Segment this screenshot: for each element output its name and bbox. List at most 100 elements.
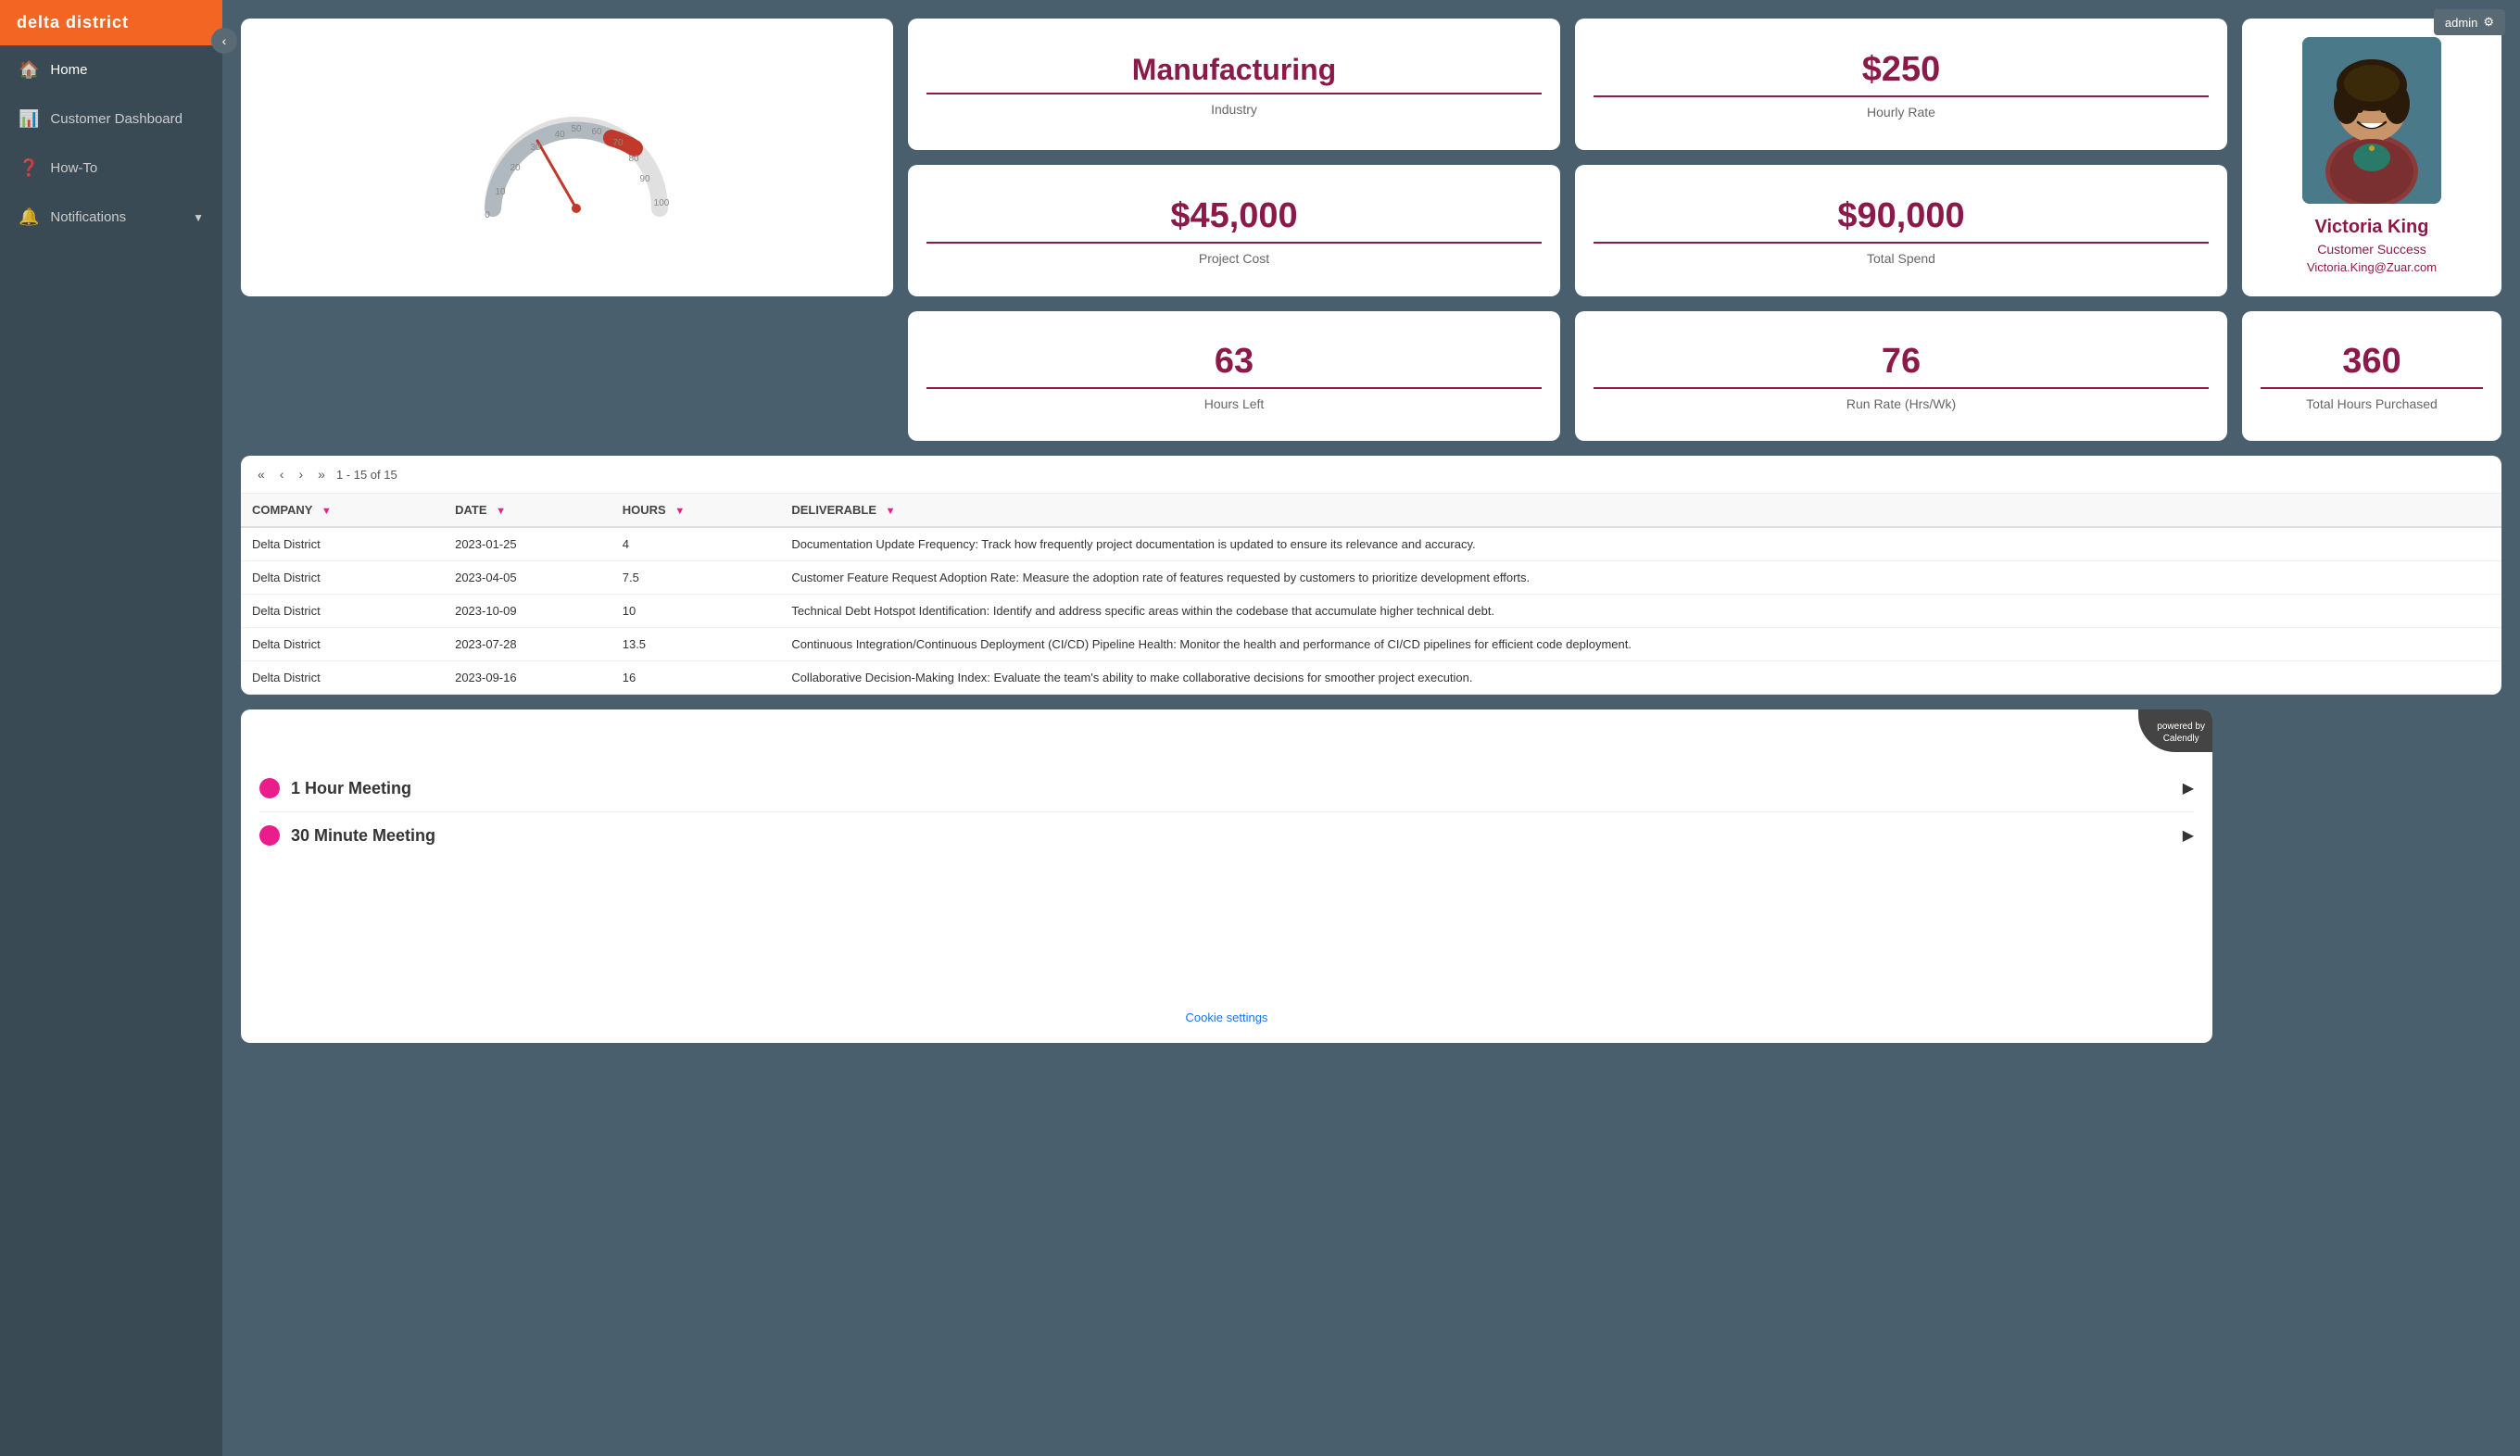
cell-date: 2023-01-25 [444, 527, 611, 561]
meeting-dot-1 [259, 778, 280, 798]
company-filter-icon[interactable]: ▼ [321, 506, 332, 517]
hourly-rate-card: $250 Hourly Rate [1575, 19, 2227, 150]
meeting-item-1hour[interactable]: 1 Hour Meeting ▶ [259, 765, 2194, 811]
meeting-1hour-label: 1 Hour Meeting [291, 779, 2172, 798]
table-pagination: « ‹ › » 1 - 15 of 15 [241, 456, 2501, 494]
meeting-1hour-arrow: ▶ [2183, 779, 2194, 797]
svg-text:60: 60 [591, 127, 602, 137]
date-filter-icon[interactable]: ▼ [496, 506, 506, 517]
prev-page-button[interactable]: ‹ [276, 465, 288, 483]
run-rate-label: Run Rate (Hrs/Wk) [1846, 396, 1956, 411]
gauge-chart: 0 10 20 30 40 50 60 70 80 90 100 [474, 102, 660, 213]
column-deliverable: DELIVERABLE ▼ [780, 494, 2501, 527]
column-company: COMPANY ▼ [241, 494, 444, 527]
collapse-sidebar-button[interactable]: ‹ [211, 28, 237, 54]
hourly-rate-label: Hourly Rate [1867, 105, 1935, 119]
cell-date: 2023-10-09 [444, 595, 611, 628]
hours-left-value: 63 [926, 342, 1542, 389]
home-icon: 🏠 [19, 60, 39, 80]
help-icon: ❓ [19, 158, 39, 178]
hours-filter-icon[interactable]: ▼ [674, 506, 685, 517]
cards-grid: 0 10 20 30 40 50 60 70 80 90 100 Manufac… [241, 19, 2501, 441]
sidebar-home-label: Home [50, 62, 204, 78]
sidebar-dashboard-label: Customer Dashboard [50, 111, 204, 127]
cell-deliverable: Customer Feature Request Adoption Rate: … [780, 561, 2501, 595]
run-rate-card: 76 Run Rate (Hrs/Wk) [1575, 311, 2227, 441]
svg-text:100: 100 [654, 198, 670, 208]
meeting-item-30min[interactable]: 30 Minute Meeting ▶ [259, 812, 2194, 859]
svg-text:30: 30 [530, 143, 541, 153]
profile-email: Victoria.King@Zuar.com [2307, 260, 2437, 274]
total-hours-card: 360 Total Hours Purchased [2242, 311, 2501, 441]
calendly-banner: powered by Calendly [2138, 709, 2212, 752]
run-rate-value: 76 [1594, 342, 2209, 389]
profile-role: Customer Success [2317, 242, 2426, 257]
cell-hours: 4 [611, 527, 781, 561]
admin-label: admin [2445, 16, 2477, 30]
hours-left-card: 63 Hours Left [908, 311, 1560, 441]
next-page-button[interactable]: › [295, 465, 307, 483]
sidebar-item-home[interactable]: 🏠 Home [0, 45, 222, 94]
cell-company: Delta District [241, 595, 444, 628]
table-body: Delta District 2023-01-25 4 Documentatio… [241, 527, 2501, 695]
pagination-info: 1 - 15 of 15 [336, 468, 397, 482]
chart-icon: 📊 [19, 109, 39, 129]
sidebar-item-notifications[interactable]: 🔔 Notifications ▼ [0, 193, 222, 242]
gauge-card: 0 10 20 30 40 50 60 70 80 90 100 [241, 19, 893, 296]
hours-left-label: Hours Left [1204, 396, 1265, 411]
cell-deliverable: Continuous Integration/Continuous Deploy… [780, 628, 2501, 661]
hourly-rate-value: $250 [1594, 50, 2209, 97]
profile-photo [2302, 37, 2441, 204]
total-hours-value: 360 [2261, 342, 2483, 389]
calendly-banner-line2: Calendly [2157, 733, 2205, 745]
gear-icon: ⚙ [2483, 15, 2494, 30]
svg-text:40: 40 [554, 130, 565, 140]
profile-name: Victoria King [2315, 217, 2429, 238]
last-page-button[interactable]: » [314, 465, 329, 483]
sidebar-item-how-to[interactable]: ❓ How-To [0, 144, 222, 193]
total-spend-label: Total Spend [1867, 251, 1935, 266]
meeting-dot-2 [259, 825, 280, 846]
topbar: admin ⚙ [2419, 0, 2520, 44]
cell-date: 2023-09-16 [444, 661, 611, 695]
sidebar-howto-label: How-To [50, 160, 204, 176]
industry-card: Manufacturing Industry [908, 19, 1560, 150]
project-cost-value: $45,000 [926, 196, 1542, 244]
cell-company: Delta District [241, 527, 444, 561]
data-table: COMPANY ▼ DATE ▼ HOURS ▼ [241, 494, 2501, 695]
meeting-30min-arrow: ▶ [2183, 826, 2194, 845]
sidebar-item-customer-dashboard[interactable]: 📊 Customer Dashboard [0, 94, 222, 144]
table-row: Delta District 2023-10-09 10 Technical D… [241, 595, 2501, 628]
svg-text:70: 70 [612, 138, 624, 148]
cell-hours: 13.5 [611, 628, 781, 661]
industry-value: Manufacturing [926, 53, 1542, 94]
first-page-button[interactable]: « [254, 465, 269, 483]
table-row: Delta District 2023-01-25 4 Documentatio… [241, 527, 2501, 561]
project-cost-card: $45,000 Project Cost [908, 165, 1560, 296]
deliverable-filter-icon[interactable]: ▼ [886, 506, 896, 517]
cell-deliverable: Collaborative Decision-Making Index: Eva… [780, 661, 2501, 695]
sidebar: delta district 🏠 Home 📊 Customer Dashboa… [0, 0, 222, 1456]
industry-label: Industry [1211, 102, 1257, 117]
svg-text:0: 0 [485, 210, 490, 220]
total-hours-label: Total Hours Purchased [2306, 396, 2438, 411]
cell-company: Delta District [241, 661, 444, 695]
cell-company: Delta District [241, 561, 444, 595]
cell-hours: 16 [611, 661, 781, 695]
project-cost-label: Project Cost [1199, 251, 1269, 266]
svg-text:10: 10 [495, 187, 506, 197]
svg-text:80: 80 [628, 154, 639, 164]
cookie-settings-link[interactable]: Cookie settings [1186, 992, 1268, 1024]
app-logo: delta district [0, 0, 222, 45]
table-header: COMPANY ▼ DATE ▼ HOURS ▼ [241, 494, 2501, 527]
admin-button[interactable]: admin ⚙ [2434, 9, 2505, 35]
cell-date: 2023-07-28 [444, 628, 611, 661]
bell-icon: 🔔 [19, 207, 39, 227]
profile-card: Victoria King Customer Success Victoria.… [2242, 19, 2501, 296]
cell-date: 2023-04-05 [444, 561, 611, 595]
cell-deliverable: Technical Debt Hotspot Identification: I… [780, 595, 2501, 628]
cell-hours: 10 [611, 595, 781, 628]
calendly-banner-line1: powered by [2157, 721, 2205, 733]
table-row: Delta District 2023-09-16 16 Collaborati… [241, 661, 2501, 695]
column-date: DATE ▼ [444, 494, 611, 527]
